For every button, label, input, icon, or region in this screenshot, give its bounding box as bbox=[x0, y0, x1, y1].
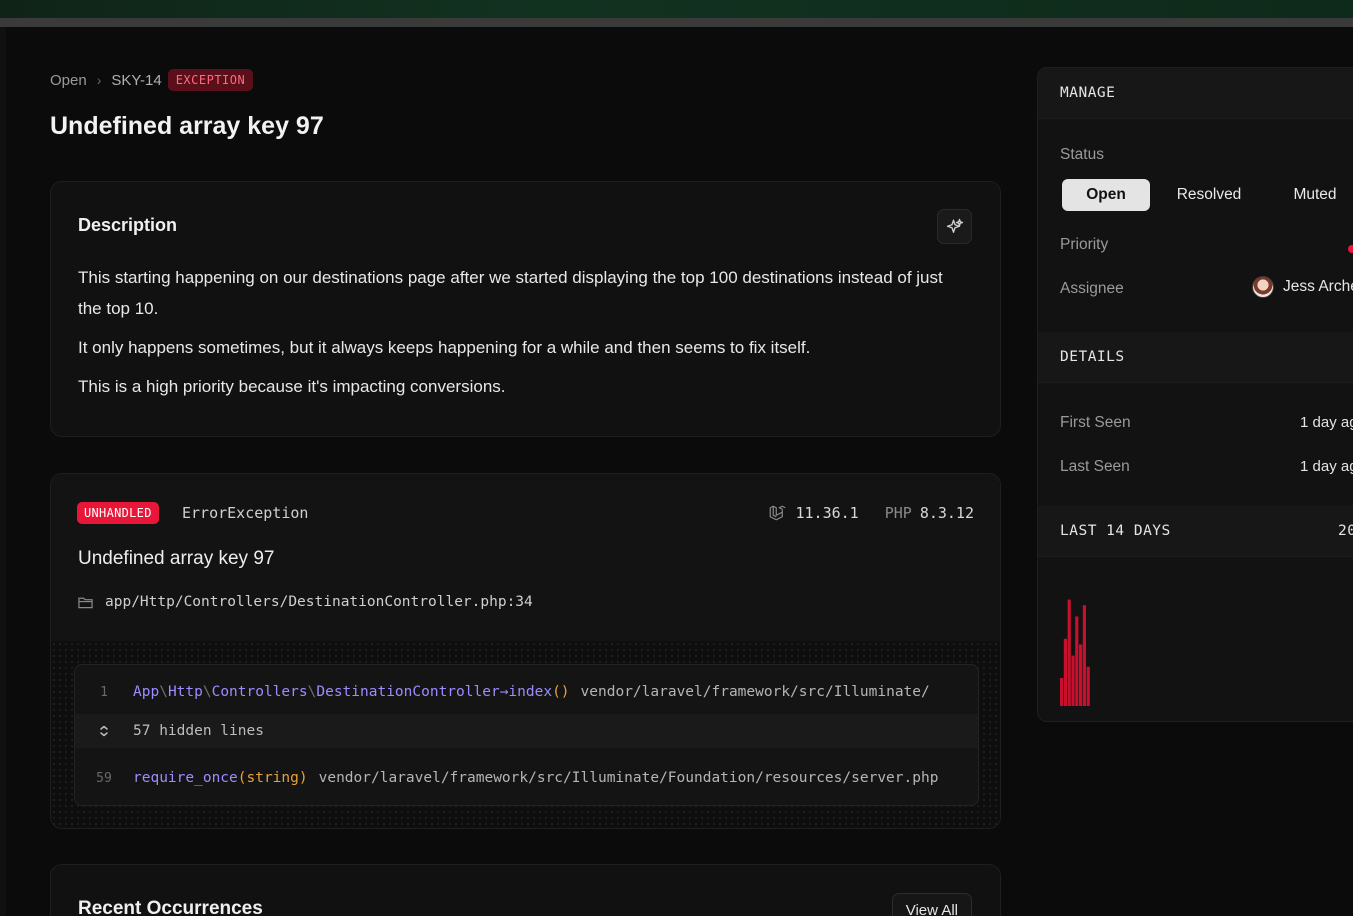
laravel-version: 11.36.1 bbox=[795, 504, 859, 522]
namespace-segment: Controllers bbox=[211, 684, 308, 700]
manage-heading: MANAGE bbox=[1038, 68, 1353, 119]
last-14-days-heading: LAST 14 DAYS 20 bbox=[1038, 506, 1353, 557]
description-body[interactable]: This starting happening on our destinati… bbox=[78, 262, 968, 410]
hidden-lines-label: 57 hidden lines bbox=[133, 723, 264, 739]
sparkline-bar bbox=[1067, 599, 1071, 706]
exception-file[interactable]: app/Http/Controllers/DestinationControll… bbox=[78, 594, 533, 610]
left-edge bbox=[0, 27, 6, 916]
method-parens: () bbox=[552, 684, 570, 700]
first-seen-label: First Seen bbox=[1060, 414, 1131, 431]
avatar bbox=[1252, 276, 1274, 298]
stack-trace: 1 App \ Http \ Controllers \ DestinationContro… bbox=[74, 664, 979, 806]
last-seen-value: 1 day ag bbox=[1300, 458, 1353, 475]
namespace-segment: Http bbox=[167, 684, 203, 700]
folder-icon bbox=[78, 596, 93, 609]
occurrence-count: 20 bbox=[1338, 523, 1353, 539]
exception-class: ErrorException bbox=[182, 504, 309, 522]
frame-path: vendor/laravel/framework/src/Illuminate/ bbox=[580, 684, 930, 700]
status-option-resolved[interactable]: Resolved bbox=[1150, 179, 1268, 211]
view-all-button[interactable]: View All bbox=[891, 893, 972, 916]
details-heading: DETAILS bbox=[1038, 332, 1353, 383]
exception-file-path: app/Http/Controllers/DestinationControll… bbox=[105, 594, 533, 610]
priority-label: Priority bbox=[1060, 236, 1109, 253]
laravel-icon bbox=[768, 504, 786, 522]
top-window-strip bbox=[0, 0, 1353, 18]
page-title: Undefined array key 97 bbox=[50, 112, 324, 140]
status-label: Status bbox=[1060, 146, 1104, 163]
sparkline-bar bbox=[1075, 616, 1079, 706]
trace-frame[interactable]: 59 require_once (string) vendor/laravel/f… bbox=[75, 756, 978, 800]
chevron-right-icon: › bbox=[96, 72, 102, 88]
first-seen-value: 1 day ag bbox=[1300, 414, 1353, 431]
sparkline-bar bbox=[1086, 666, 1090, 706]
trace-frame[interactable]: 1 App \ Http \ Controllers \ DestinationContro… bbox=[75, 670, 978, 714]
sparkline-bar bbox=[1063, 638, 1067, 706]
version-info: 11.36.1 PHP 8.3.12 bbox=[768, 504, 974, 522]
expand-icon bbox=[75, 725, 133, 737]
occurrence-sparkline bbox=[1060, 599, 1090, 706]
unhandled-badge: UNHANDLED bbox=[77, 502, 159, 524]
frame-path: vendor/laravel/framework/src/Illuminate/… bbox=[318, 770, 939, 786]
priority-indicator[interactable] bbox=[1348, 245, 1353, 253]
stack-trace-area: 1 App \ Http \ Controllers \ DestinationContro… bbox=[51, 641, 1000, 828]
exception-header: UNHANDLED ErrorException 11.36.1 PHP 8.3… bbox=[51, 474, 1000, 641]
sparkle-icon bbox=[946, 218, 963, 233]
sparkline-bar bbox=[1060, 678, 1064, 706]
sparkline-bar bbox=[1079, 644, 1083, 706]
breadcrumb-issue-id: SKY-14 bbox=[111, 71, 162, 89]
description-card: Description This starting happening on o… bbox=[50, 181, 1001, 437]
namespace-separator: \ bbox=[159, 684, 168, 700]
assignee-label: Assignee bbox=[1060, 280, 1124, 297]
description-paragraph: This is a high priority because it's imp… bbox=[78, 377, 506, 396]
function-name: require_once bbox=[133, 770, 238, 786]
exception-badge: EXCEPTION bbox=[167, 69, 254, 91]
class-name: DestinationController bbox=[316, 684, 500, 700]
breadcrumb: Open › SKY-14 EXCEPTION bbox=[50, 67, 254, 93]
namespace-segment: App bbox=[133, 684, 160, 700]
recent-occurrences-card: Recent Occurrences View All bbox=[50, 864, 1001, 916]
line-number: 59 bbox=[96, 770, 112, 786]
function-args: (string) bbox=[237, 770, 308, 786]
breadcrumb-open[interactable]: Open bbox=[50, 72, 87, 89]
recent-occurrences-title: Recent Occurrences bbox=[78, 898, 263, 916]
sparkline-bar bbox=[1071, 655, 1075, 706]
description-paragraph: It only happens sometimes, but it always… bbox=[78, 338, 811, 357]
status-option-muted[interactable]: Muted bbox=[1268, 179, 1353, 211]
assignee-select[interactable]: Jess Arche bbox=[1252, 276, 1353, 298]
php-version: 8.3.12 bbox=[919, 504, 974, 522]
namespace-separator: \ bbox=[202, 684, 212, 700]
sidebar-panel: MANAGE Status Open Resolved Muted Priori… bbox=[1037, 67, 1353, 722]
ai-sparkle-button[interactable] bbox=[937, 209, 972, 244]
exception-message: Undefined array key 97 bbox=[78, 548, 275, 569]
status-option-open[interactable]: Open bbox=[1062, 179, 1150, 211]
exception-card: UNHANDLED ErrorException 11.36.1 PHP 8.3… bbox=[50, 473, 1001, 829]
assignee-name: Jess Arche bbox=[1283, 278, 1353, 295]
top-divider bbox=[0, 18, 1353, 27]
sparkline-bar bbox=[1082, 605, 1086, 706]
line-number: 1 bbox=[100, 684, 108, 700]
php-label: PHP bbox=[884, 504, 912, 522]
hidden-lines-toggle[interactable]: 57 hidden lines bbox=[75, 714, 978, 748]
method-arrow: → bbox=[499, 684, 509, 700]
last-14-days-title: LAST 14 DAYS bbox=[1060, 523, 1171, 539]
description-title: Description bbox=[78, 215, 178, 235]
status-segmented-control: Open Resolved Muted bbox=[1062, 179, 1353, 211]
description-paragraph: This starting happening on our destinati… bbox=[78, 268, 943, 318]
namespace-separator: \ bbox=[307, 684, 317, 700]
last-seen-label: Last Seen bbox=[1060, 458, 1130, 475]
method-name: index bbox=[508, 684, 553, 700]
